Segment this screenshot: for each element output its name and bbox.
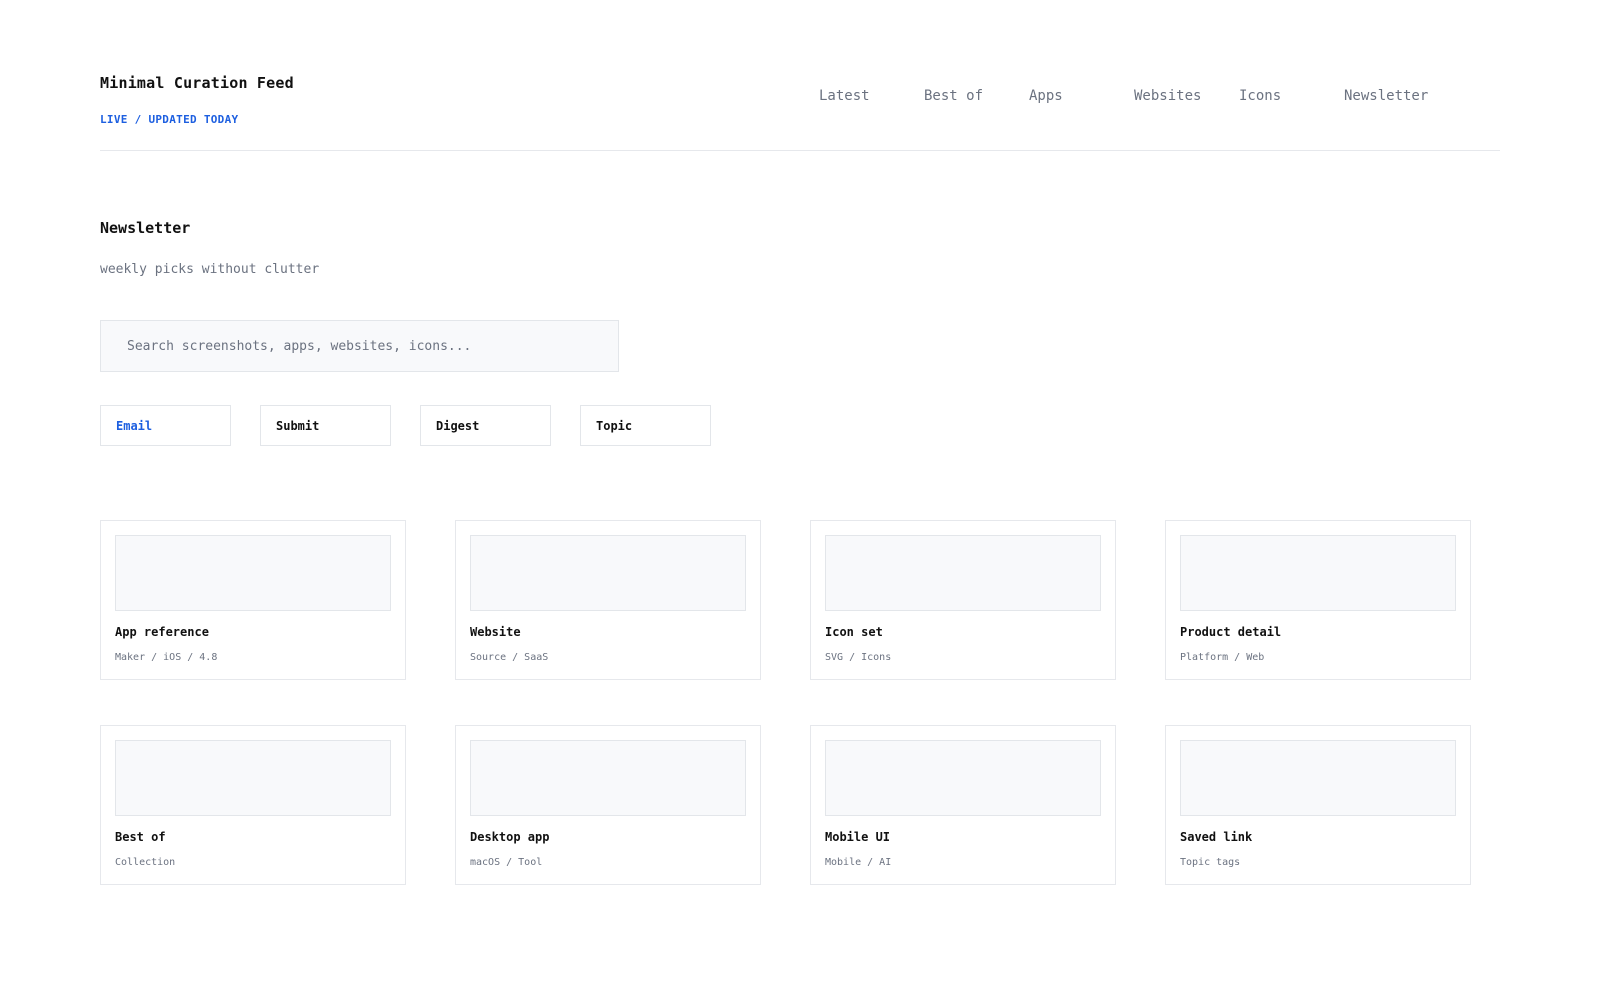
card-title: Product detail [1180, 625, 1282, 639]
card-website[interactable]: Website Source / SaaS [455, 520, 761, 680]
card-thumbnail [115, 535, 391, 611]
card-mobile-ui[interactable]: Mobile UI Mobile / AI [810, 725, 1116, 885]
section-title: Newsletter [100, 219, 191, 237]
chip-email[interactable]: Email [100, 405, 231, 446]
site-title: Minimal Curation Feed [100, 74, 294, 92]
card-title: Mobile UI [825, 830, 891, 844]
card-saved-link[interactable]: Saved link Topic tags [1165, 725, 1471, 885]
chip-submit[interactable]: Submit [260, 405, 391, 446]
card-desktop-app[interactable]: Desktop app macOS / Tool [455, 725, 761, 885]
card-thumbnail [115, 740, 391, 816]
card-title: Saved link [1180, 830, 1253, 844]
nav-link-websites[interactable]: Websites [1134, 88, 1201, 104]
search-field [100, 320, 619, 372]
live-status-badge: LIVE / UPDATED TODAY [100, 113, 239, 126]
card-title: Icon set [825, 625, 883, 639]
card-thumbnail [470, 740, 746, 816]
card-product-detail[interactable]: Product detail Platform / Web [1165, 520, 1471, 680]
nav-link-best-of[interactable]: Best of [924, 88, 983, 104]
card-meta: macOS / Tool [470, 857, 543, 868]
nav-link-icons[interactable]: Icons [1239, 88, 1281, 104]
card-meta: Collection [115, 857, 176, 868]
nav-link-apps[interactable]: Apps [1029, 88, 1063, 104]
search-input[interactable] [101, 321, 618, 371]
card-best-of[interactable]: Best of Collection [100, 725, 406, 885]
card-thumbnail [825, 740, 1101, 816]
card-meta: Maker / iOS / 4.8 [115, 652, 218, 663]
card-title: Website [470, 625, 521, 639]
nav-link-newsletter[interactable]: Newsletter [1344, 88, 1428, 104]
card-thumbnail [825, 535, 1101, 611]
card-app-reference[interactable]: App reference Maker / iOS / 4.8 [100, 520, 406, 680]
card-thumbnail [1180, 740, 1456, 816]
card-title: App reference [115, 625, 209, 639]
card-meta: Source / SaaS [470, 652, 549, 663]
card-meta: Topic tags [1180, 857, 1241, 868]
card-title: Desktop app [470, 830, 550, 844]
card-title: Best of [115, 830, 166, 844]
card-meta: SVG / Icons [825, 652, 892, 663]
card-meta: Mobile / AI [825, 857, 892, 868]
chip-digest[interactable]: Digest [420, 405, 551, 446]
card-icon-set[interactable]: Icon set SVG / Icons [810, 520, 1116, 680]
chip-topic[interactable]: Topic [580, 405, 711, 446]
nav-link-latest[interactable]: Latest [819, 88, 870, 104]
site-header: Minimal Curation Feed LIVE / UPDATED TOD… [100, 0, 1500, 151]
card-meta: Platform / Web [1180, 652, 1265, 663]
card-thumbnail [470, 535, 746, 611]
card-thumbnail [1180, 535, 1456, 611]
section-subtitle: weekly picks without clutter [100, 262, 320, 277]
